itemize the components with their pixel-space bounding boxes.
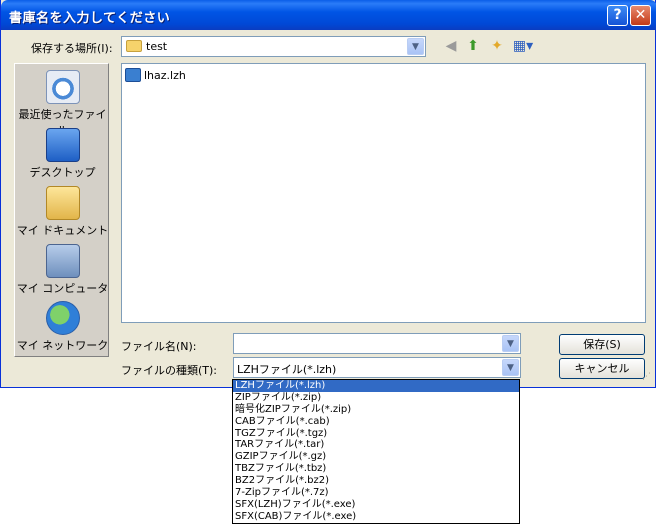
filetype-dropdown-list[interactable]: LZHファイル(*.lzh) ZIPファイル(*.zip) 暗号化ZIPファイル… [232,379,520,524]
dropdown-option[interactable]: 暗号化ZIPファイル(*.zip) [233,404,519,416]
file-name: lhaz.lzh [144,68,186,82]
dropdown-option[interactable]: ZIPファイル(*.zip) [233,392,519,404]
place-my-computer[interactable]: マイ コンピュータ [15,244,110,296]
dropdown-option[interactable]: LZHファイル(*.lzh) [233,380,519,392]
places-bar: 最近使ったファイル デスクトップ マイ ドキュメント マイ コンピュータ マイ … [14,63,109,357]
place-label: デスクトップ [29,166,96,179]
dropdown-option[interactable]: GZIPファイル(*.gz) [233,451,519,463]
save-in-value: test [146,40,168,53]
filename-label: ファイル名(N): [121,340,197,353]
dropdown-option[interactable]: BZ2ファイル(*.bz2) [233,475,519,487]
filetype-select[interactable]: LZHファイル(*.lzh) ▼ [233,357,521,378]
filetype-label: ファイルの種類(T): [121,364,218,377]
dropdown-option[interactable]: 7-Zipファイル(*.7z) [233,487,519,499]
recent-documents-icon [45,70,80,104]
help-button[interactable]: ? [607,5,628,26]
my-computer-icon [45,244,80,278]
place-my-documents[interactable]: マイ ドキュメント [15,186,110,238]
chevron-down-icon[interactable]: ▼ [407,38,424,55]
place-label: マイ コンピュータ [16,282,109,295]
new-folder-icon[interactable]: ✦ [487,36,507,56]
save-in-label: 保存する場所(I): [31,42,113,55]
close-button[interactable]: ✕ [630,5,651,26]
desktop-icon [45,128,80,162]
save-button[interactable]: 保存(S) [559,334,645,355]
place-label: マイ ドキュメント [16,224,109,237]
dropdown-option[interactable]: TARファイル(*.tar) [233,439,519,451]
window-title: 書庫名を入力してください [9,11,171,26]
dropdown-option[interactable]: SFX(CAB)ファイル(*.exe) [233,511,519,523]
my-network-icon [45,301,80,335]
save-in-dropdown[interactable]: test ▼ [121,36,426,57]
title-bar[interactable]: 書庫名を入力してください ? ✕ [1,0,656,30]
chevron-down-icon[interactable]: ▼ [502,359,519,376]
chevron-down-icon[interactable]: ▼ [502,335,519,352]
cancel-button[interactable]: キャンセル [559,358,645,379]
place-my-network[interactable]: マイ ネットワーク [15,301,110,353]
list-item[interactable]: lhaz.lzh [125,68,186,82]
dropdown-option[interactable]: TGZファイル(*.tgz) [233,428,519,440]
dropdown-option[interactable]: TBZファイル(*.tbz) [233,463,519,475]
back-icon[interactable]: ◀ [441,36,461,56]
save-dialog: 書庫名を入力してください ? ✕ 保存する場所(I): test ▼ ◀ ⬆ ✦… [0,0,656,388]
my-documents-icon [45,186,80,220]
resize-grip-icon[interactable]: ⋰ [642,372,654,384]
archive-file-icon [125,68,141,82]
folder-icon [126,40,142,52]
place-desktop[interactable]: デスクトップ [15,128,110,180]
filetype-value: LZHファイル(*.lzh) [237,363,337,376]
file-list[interactable]: lhaz.lzh [121,63,646,323]
up-folder-icon[interactable]: ⬆ [463,36,483,56]
dropdown-option[interactable]: SFX(LZH)ファイル(*.exe) [233,499,519,511]
view-menu-icon[interactable]: ▦▾ [511,36,535,56]
place-label: マイ ネットワーク [16,339,109,352]
filename-input[interactable]: ▼ [233,333,521,354]
dropdown-option[interactable]: CABファイル(*.cab) [233,416,519,428]
